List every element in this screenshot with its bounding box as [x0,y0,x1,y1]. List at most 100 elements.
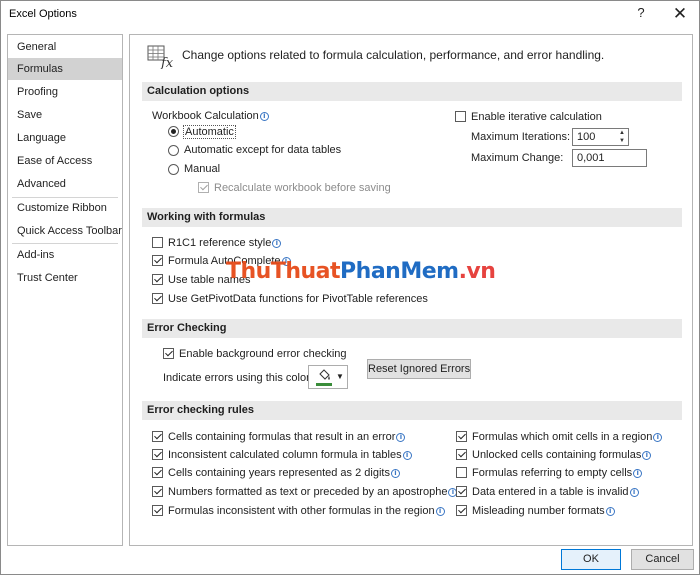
sidebar-item-save[interactable]: Save [8,104,122,126]
max-change-label: Maximum Change: [471,152,564,164]
workbook-calculation-label: Workbook Calculation i [152,110,269,122]
checkbox-use-table-names[interactable] [152,274,163,285]
info-icon: i [272,239,282,248]
info-icon: i [396,433,406,442]
sidebar-item-proofing[interactable]: Proofing [8,81,122,103]
info-icon: i [629,488,639,497]
checkbox-rule-inconsistent-column-formula[interactable] [152,449,163,460]
rule-invalid-table-data-label[interactable]: Data entered in a table is invalid i [472,486,639,498]
radio-manual[interactable] [168,164,179,175]
sidebar-item-ease-of-access[interactable]: Ease of Access [8,150,122,172]
max-iterations-input[interactable]: 100 ▲ ▼ [572,128,629,146]
checkbox-rule-two-digit-years[interactable] [152,467,163,478]
rule-inconsistent-region-formulas-label[interactable]: Formulas inconsistent with other formula… [168,505,445,517]
info-icon: i [653,433,663,442]
checkbox-recalculate-before-saving [198,182,209,193]
panel-description: Change options related to formula calcul… [182,48,605,62]
paint-bucket-icon [319,369,330,380]
section-error-checking: Error Checking [142,319,682,338]
checkbox-rule-misleading-formats[interactable] [456,505,467,516]
max-change-input[interactable]: 0,001 [572,149,647,167]
spin-stepper[interactable]: ▲ ▼ [618,129,626,145]
radio-automatic-except-tables-label[interactable]: Automatic except for data tables [184,144,341,156]
radio-manual-label[interactable]: Manual [184,163,220,175]
cancel-button[interactable]: Cancel [631,549,694,570]
watermark-part: Thuat [270,259,341,284]
checkbox-rule-empty-cells[interactable] [456,467,467,478]
sidebar-item-trust-center[interactable]: Trust Center [8,267,122,289]
rule-text: Formulas referring to empty cells [472,467,633,479]
r1c1-text: R1C1 reference style [168,237,272,249]
reset-ignored-errors-button[interactable]: Reset Ignored Errors [367,359,471,379]
dropdown-arrow-icon: ▼ [336,372,344,381]
rule-two-digit-years-label[interactable]: Cells containing years represented as 2 … [168,467,400,479]
help-icon[interactable]: ? [633,5,649,23]
radio-automatic[interactable] [168,126,179,137]
rule-text: Formulas which omit cells in a region [472,431,653,443]
section-working-with-formulas: Working with formulas [142,208,682,227]
rule-text: Inconsistent calculated column formula i… [168,449,402,461]
checkbox-rule-invalid-table-data[interactable] [456,486,467,497]
rule-formulas-result-error-label[interactable]: Cells containing formulas that result in… [168,431,406,443]
checkbox-getpivotdata[interactable] [152,293,163,304]
section-error-checking-rules: Error checking rules [142,401,682,420]
sidebar-item-quick-access-toolbar[interactable]: Quick Access Toolbar [8,220,122,242]
checkbox-rule-unlocked-cells[interactable] [456,449,467,460]
sidebar-item-formulas[interactable]: Formulas [8,58,122,80]
rule-empty-cells-label[interactable]: Formulas referring to empty cells i [472,467,643,479]
formula-options-icon: fx [147,45,174,69]
info-icon: i [633,469,643,478]
getpivotdata-label[interactable]: Use GetPivotData functions for PivotTabl… [168,293,428,305]
watermark-part: PhanMem [340,259,459,284]
dialog-title: Excel Options [9,8,77,20]
checkbox-rule-numbers-as-text[interactable] [152,486,163,497]
sidebar-item-customize-ribbon[interactable]: Customize Ribbon [8,197,122,219]
checkbox-rule-inconsistent-region-formulas[interactable] [152,505,163,516]
rule-inconsistent-column-formula-label[interactable]: Inconsistent calculated column formula i… [168,449,412,461]
sidebar-item-advanced[interactable]: Advanced [8,173,122,195]
r1c1-reference-style-label[interactable]: R1C1 reference style i [168,237,282,249]
radio-automatic-label[interactable]: Automatic [183,125,236,139]
rule-text: Numbers formatted as text or preceded by… [168,486,448,498]
checkbox-background-error-checking[interactable] [163,348,174,359]
svg-text:fx: fx [160,56,174,69]
rule-unlocked-cells-label[interactable]: Unlocked cells containing formulas i [472,449,652,461]
checkbox-r1c1-reference-style[interactable] [152,237,163,248]
sidebar-item-add-ins[interactable]: Add-ins [8,244,122,266]
info-icon: i [390,469,400,478]
spin-down-icon[interactable]: ▼ [618,137,626,145]
iterative-calculation-label[interactable]: Enable iterative calculation [471,111,602,123]
info-icon: i [642,451,652,460]
selected-color-swatch [316,383,332,386]
rule-omit-cells-label[interactable]: Formulas which omit cells in a region i [472,431,663,443]
indicate-errors-color-label: Indicate errors using this color: [163,372,313,384]
rule-misleading-formats-label[interactable]: Misleading number formats i [472,505,615,517]
checkbox-rule-formulas-result-error[interactable] [152,431,163,442]
rule-text: Unlocked cells containing formulas [472,449,642,461]
info-icon: i [435,507,445,516]
background-error-checking-label[interactable]: Enable background error checking [179,348,347,360]
formulas-panel: fx Change options related to formula cal… [129,34,693,546]
rule-text: Cells containing years represented as 2 … [168,467,390,479]
close-icon[interactable]: ✕ [669,3,691,25]
excel-options-dialog: Excel Options ? ✕ General Formulas Proof… [0,0,700,575]
section-calculation-options: Calculation options [142,82,682,101]
rule-numbers-as-text-label[interactable]: Numbers formatted as text or preceded by… [168,486,458,498]
radio-automatic-except-tables[interactable] [168,145,179,156]
rule-text: Data entered in a table is invalid [472,486,629,498]
recalculate-before-saving-label: Recalculate workbook before saving [214,182,391,194]
checkbox-rule-omit-cells[interactable] [456,431,467,442]
checkbox-iterative-calculation[interactable] [455,111,466,122]
max-iterations-value: 100 [577,131,596,143]
checkbox-formula-autocomplete[interactable] [152,255,163,266]
info-icon: i [605,507,615,516]
sidebar-item-general[interactable]: General [8,36,122,58]
spin-up-icon[interactable]: ▲ [618,129,626,137]
workbook-calculation-text: Workbook Calculation [152,110,259,122]
ok-button[interactable]: OK [561,549,621,570]
title-bar: Excel Options ? ✕ [1,1,699,29]
error-color-picker[interactable]: ▼ [308,365,348,389]
sidebar-item-language[interactable]: Language [8,127,122,149]
watermark-part: .vn [458,259,496,284]
watermark-part: Thu [226,259,271,284]
